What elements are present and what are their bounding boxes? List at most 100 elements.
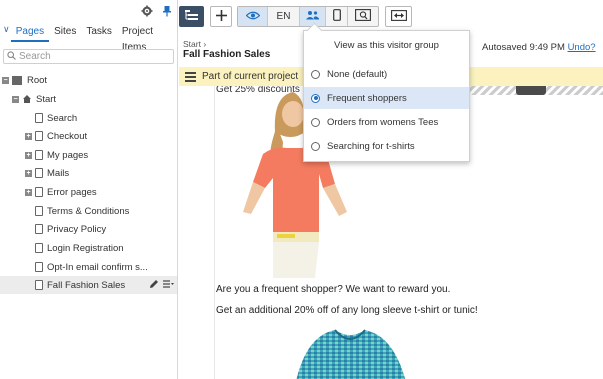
- home-icon: [22, 94, 32, 104]
- expand-icon[interactable]: +: [25, 151, 32, 159]
- tree-node-label: Start: [36, 93, 57, 105]
- visitor-option-orders-womens-tees[interactable]: Orders from womens Tees: [304, 111, 469, 133]
- tree-node-mails[interactable]: + Mails: [0, 164, 177, 182]
- content-line-1: Are you a frequent shopper? We want to r…: [216, 284, 451, 295]
- node-tools: [149, 279, 174, 292]
- tree-node-label: Login Registration: [47, 242, 124, 254]
- expand-arrows-icon: [390, 9, 407, 24]
- autosave-text: Autosaved 9:49 PM: [482, 42, 565, 53]
- radio-button[interactable]: [311, 93, 320, 103]
- tree-node-label: Search: [47, 112, 78, 124]
- visitor-option-frequent-shoppers[interactable]: Frequent shoppers: [304, 87, 469, 109]
- tree-node-label: My pages: [47, 149, 89, 161]
- project-banner-text: Part of current project: [202, 71, 299, 82]
- chevron-right-icon: ›: [203, 39, 207, 49]
- page-title: Fall Fashion Sales: [183, 49, 271, 60]
- page-icon: [35, 206, 43, 216]
- tree-node-error-pages[interactable]: + Error pages: [0, 183, 177, 201]
- option-label: Orders from womens Tees: [327, 116, 439, 128]
- tree-node-label: Root: [27, 74, 48, 86]
- toggle-panes-button[interactable]: [385, 6, 412, 27]
- option-label: None (default): [327, 68, 388, 80]
- language-selector[interactable]: EN: [268, 7, 300, 26]
- phone-icon: [332, 9, 341, 24]
- search-box: [3, 49, 174, 64]
- tree-node-login-registration[interactable]: Login Registration: [0, 239, 177, 257]
- page-icon: [35, 113, 43, 123]
- view-options-group: EN: [237, 6, 379, 27]
- menu-icon[interactable]: [163, 279, 174, 292]
- page-icon: [35, 150, 43, 160]
- content-line-2: Get an additional 20% off of any long sl…: [216, 305, 478, 316]
- tree-node-label: Privacy Policy: [47, 223, 107, 235]
- expand-icon[interactable]: +: [25, 188, 32, 196]
- search-input[interactable]: [19, 51, 169, 62]
- device-preview-button[interactable]: [326, 7, 348, 26]
- collapse-icon[interactable]: −: [12, 95, 19, 103]
- navigation-pane: ∨ Pages Sites Tasks Project Items − Root…: [0, 0, 178, 379]
- option-label: Searching for t-shirts: [327, 140, 415, 152]
- dropdown-title: View as this visitor group: [334, 40, 439, 51]
- expand-icon[interactable]: +: [25, 132, 32, 140]
- eye-icon: [245, 11, 260, 23]
- breadcrumb[interactable]: Start ›: [183, 39, 206, 49]
- compare-view-button[interactable]: [348, 7, 378, 26]
- expand-icon[interactable]: +: [25, 169, 32, 177]
- radio-button[interactable]: [311, 69, 320, 79]
- search-icon: [7, 50, 16, 63]
- add-button[interactable]: [210, 6, 232, 27]
- preview-toggle-button[interactable]: [238, 7, 268, 26]
- tree-node-start[interactable]: − Start: [0, 90, 177, 108]
- visitor-option-searching-tshirts[interactable]: Searching for t-shirts: [304, 135, 469, 157]
- product-image: [275, 326, 425, 379]
- tree-node-label: Fall Fashion Sales: [47, 279, 126, 291]
- plus-icon: [215, 9, 227, 24]
- tree-node-terms[interactable]: Terms & Conditions: [0, 202, 177, 220]
- page-icon: [35, 224, 43, 234]
- tree-node-checkout[interactable]: + Checkout: [0, 127, 177, 145]
- page-icon: [35, 131, 43, 141]
- autosave-status: Autosaved 9:49 PM Undo?: [482, 42, 596, 53]
- option-label: Frequent shoppers: [327, 92, 407, 104]
- screen-search-icon: [355, 9, 371, 24]
- tree-node-label: Terms & Conditions: [47, 205, 130, 217]
- gear-icon[interactable]: [140, 4, 154, 18]
- tree-node-my-pages[interactable]: + My pages: [0, 146, 177, 164]
- tab-sites[interactable]: Sites: [49, 24, 81, 40]
- pencil-icon[interactable]: [149, 279, 159, 292]
- tree-node-label: Checkout: [47, 130, 88, 142]
- radio-button[interactable]: [311, 117, 320, 127]
- navigation-toggle-button[interactable]: [179, 6, 204, 27]
- tree-node-label: Mails: [47, 167, 70, 179]
- tree-node-root[interactable]: − Root: [0, 71, 177, 89]
- radio-button[interactable]: [311, 141, 320, 151]
- tree-node-search[interactable]: Search: [0, 109, 177, 127]
- tree-node-label: Error pages: [47, 186, 97, 198]
- tree-node-fall-fashion-sales[interactable]: Fall Fashion Sales: [0, 276, 177, 294]
- root-icon: [12, 75, 22, 85]
- tab-pages[interactable]: Pages: [10, 24, 50, 42]
- breadcrumb-item[interactable]: Start: [183, 39, 201, 49]
- visitor-option-none[interactable]: None (default): [304, 63, 469, 85]
- page-icon: [35, 187, 43, 197]
- pin-icon[interactable]: [160, 4, 174, 18]
- collapse-icon[interactable]: −: [2, 76, 9, 84]
- visitor-group-dropdown: View as this visitor group None (default…: [303, 30, 470, 162]
- undo-link[interactable]: Undo?: [568, 42, 596, 53]
- editing-toolbar: EN: [179, 0, 603, 33]
- chevron-down-icon[interactable]: ∨: [0, 24, 11, 35]
- page-icon: [35, 262, 43, 272]
- navigation-tabs: ∨ Pages Sites Tasks Project Items: [0, 24, 177, 53]
- tab-tasks[interactable]: Tasks: [81, 24, 117, 40]
- pane-header: [0, 0, 177, 22]
- tree-node-label: Opt-In email confirm s...: [47, 261, 148, 273]
- tree-icon: [185, 9, 198, 24]
- tree-node-privacy[interactable]: Privacy Policy: [0, 220, 177, 238]
- page-icon: [35, 280, 43, 290]
- project-icon: [185, 71, 196, 82]
- page-icon: [35, 168, 43, 178]
- tree-node-opt-in[interactable]: Opt-In email confirm s...: [0, 258, 177, 276]
- page-icon: [35, 243, 43, 253]
- users-icon: [306, 10, 319, 23]
- hidden-toggle-tab[interactable]: [516, 86, 546, 95]
